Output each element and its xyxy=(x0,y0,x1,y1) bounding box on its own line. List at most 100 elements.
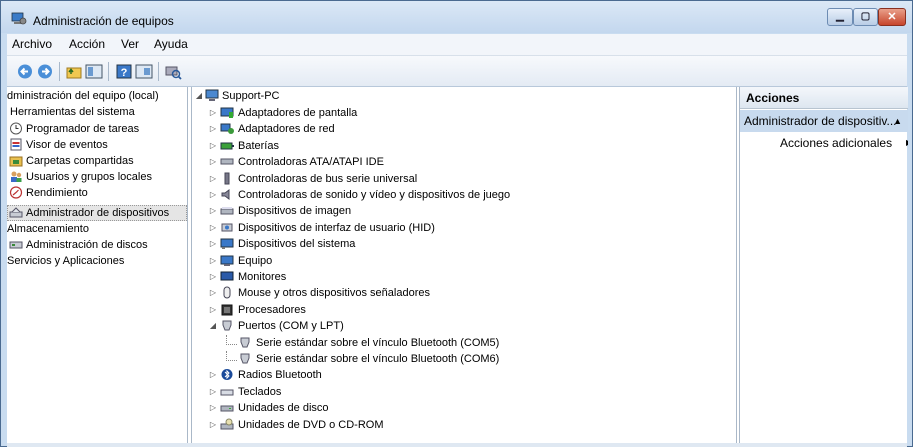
device-category-label: Monitores xyxy=(238,271,287,283)
battery-icon xyxy=(220,142,234,150)
tree-item-label: Rendimiento xyxy=(26,187,88,199)
device-root-label: Support-PC xyxy=(222,90,280,102)
forward-icon[interactable] xyxy=(36,63,54,80)
device-category-label: Unidades de DVD o CD-ROM xyxy=(238,419,384,431)
mouse-icon xyxy=(223,286,231,299)
device-category-label: Puertos (COM y LPT) xyxy=(238,320,344,332)
expand-arrow-icon[interactable]: ▷ xyxy=(208,171,218,187)
port-icon xyxy=(240,337,250,348)
expand-arrow-icon[interactable]: ▷ xyxy=(208,417,218,433)
processor-icon xyxy=(221,304,233,316)
submenu-arrow-icon: ▶ xyxy=(906,133,908,153)
keyboard-icon xyxy=(220,389,234,396)
collapse-up-icon[interactable]: ▲ xyxy=(893,110,902,132)
device-category-label: Unidades de disco xyxy=(238,402,329,414)
device-category-label: Controladoras ATA/ATAPI IDE xyxy=(238,156,384,168)
tree-item-label: Usuarios y grupos locales xyxy=(26,171,152,183)
toolbar-separator xyxy=(108,62,109,81)
device-category-label: Dispositivos de interfaz de usuario (HID… xyxy=(238,222,435,234)
device-category-label: Radios Bluetooth xyxy=(238,369,322,381)
expand-arrow-icon[interactable]: ▷ xyxy=(208,187,218,203)
window-title: Administración de equipos xyxy=(33,14,174,28)
show-hide-tree-icon[interactable] xyxy=(85,63,103,80)
minimize-icon: ▁ xyxy=(836,11,844,22)
clock-icon xyxy=(10,122,22,135)
device-category-label: Adaptadores de pantalla xyxy=(238,107,358,119)
more-actions-link[interactable]: Acciones adicionales xyxy=(780,133,892,153)
help-icon[interactable]: ? xyxy=(115,63,133,80)
tree-item-label: Administrador de dispositivos xyxy=(26,207,170,219)
expand-arrow-icon[interactable]: ▷ xyxy=(208,302,218,318)
event-viewer-icon xyxy=(10,138,22,151)
disk-drive-icon xyxy=(220,405,234,412)
display-adapter-icon xyxy=(220,107,234,118)
users-icon xyxy=(11,171,22,182)
collapse-arrow-icon[interactable]: ◢ xyxy=(208,318,218,334)
menu-ayuda[interactable]: Ayuda xyxy=(154,37,188,51)
tree-item-label: Servicios y Aplicaciones xyxy=(7,255,125,267)
close-button[interactable]: ✕ xyxy=(878,8,906,26)
toolbar: ? xyxy=(7,56,907,87)
disk-management-icon xyxy=(9,241,23,249)
computer-icon xyxy=(205,89,219,101)
shared-folder-icon xyxy=(9,156,23,167)
usb-icon xyxy=(224,172,230,185)
dvd-drive-icon xyxy=(220,418,234,430)
actions-section-device-manager[interactable]: Administrador de dispositiv... ▲ xyxy=(740,110,908,132)
maximize-icon: ▢ xyxy=(860,11,871,22)
tree-item-label: Almacenamiento xyxy=(7,223,89,235)
expand-arrow-icon[interactable]: ▷ xyxy=(208,236,218,252)
tree-connector xyxy=(226,351,237,361)
expand-arrow-icon[interactable]: ▷ xyxy=(208,253,218,269)
expand-arrow-icon[interactable]: ▷ xyxy=(208,367,218,383)
device-category-label: Equipo xyxy=(238,255,273,267)
expand-arrow-icon[interactable]: ▷ xyxy=(208,269,218,285)
port-icon xyxy=(222,320,232,331)
system-devices-icon xyxy=(220,238,234,249)
device-category-label: Adaptadores de red xyxy=(238,123,335,135)
title-bar[interactable]: Administración de equipos ▁ ▢ ✕ xyxy=(1,1,912,33)
computer-management-icon xyxy=(11,12,27,25)
expand-arrow-icon[interactable]: ▷ xyxy=(208,384,218,400)
maximize-button[interactable]: ▢ xyxy=(853,8,878,26)
expand-arrow-icon[interactable]: ▷ xyxy=(208,285,218,301)
scan-hardware-icon[interactable] xyxy=(164,63,182,80)
device-category-label: Mouse y otros dispositivos señaladores xyxy=(238,287,430,299)
expand-arrow-icon[interactable]: ▷ xyxy=(208,203,218,219)
menu-archivo[interactable]: Archivo xyxy=(12,37,52,51)
app-window: Administración de equipos ▁ ▢ ✕ Archivo … xyxy=(0,0,913,447)
bluetooth-icon xyxy=(221,369,233,380)
back-icon[interactable] xyxy=(16,63,34,80)
up-folder-icon[interactable] xyxy=(65,63,83,80)
hid-icon xyxy=(221,223,233,232)
device-category-label: Controladoras de bus serie universal xyxy=(238,173,418,185)
menu-ver[interactable]: Ver xyxy=(121,37,139,51)
device-category-label: Baterías xyxy=(238,140,279,152)
port-icon xyxy=(240,353,250,364)
tree-item-label: Programador de tareas xyxy=(26,123,140,135)
menu-accion[interactable]: Acción xyxy=(69,37,105,51)
network-adapter-icon xyxy=(220,123,234,134)
actions-pane: Acciones Administrador de dispositiv... … xyxy=(739,87,908,443)
expand-arrow-icon[interactable]: ▷ xyxy=(208,220,218,236)
actions-section-label: Administrador de dispositiv... xyxy=(744,114,897,128)
device-category-label: Procesadores xyxy=(238,304,306,316)
main-area: dministración del equipo (local) Herrami… xyxy=(7,87,908,443)
minimize-button[interactable]: ▁ xyxy=(827,8,853,26)
expand-arrow-icon[interactable]: ▷ xyxy=(208,105,218,121)
device-tree-pane: ◢ Support-PC ▷ Adaptadores de pantalla ▷ Ad… xyxy=(191,87,737,443)
scanner-icon xyxy=(220,207,234,215)
properties-icon[interactable] xyxy=(135,63,153,80)
computer-icon xyxy=(220,255,234,266)
status-bar xyxy=(7,443,907,447)
expand-arrow-icon[interactable]: ▷ xyxy=(208,154,218,170)
expand-arrow-icon[interactable]: ▷ xyxy=(208,121,218,137)
tree-connector xyxy=(226,335,237,345)
device-manager-icon xyxy=(9,207,23,218)
device-category-label: Dispositivos de imagen xyxy=(238,205,352,217)
collapse-arrow-icon[interactable]: ◢ xyxy=(194,88,204,104)
toolbar-separator xyxy=(59,62,60,81)
expand-arrow-icon[interactable]: ▷ xyxy=(208,400,218,416)
expand-arrow-icon[interactable]: ▷ xyxy=(208,138,218,154)
device-category-label: Dispositivos del sistema xyxy=(238,238,356,250)
